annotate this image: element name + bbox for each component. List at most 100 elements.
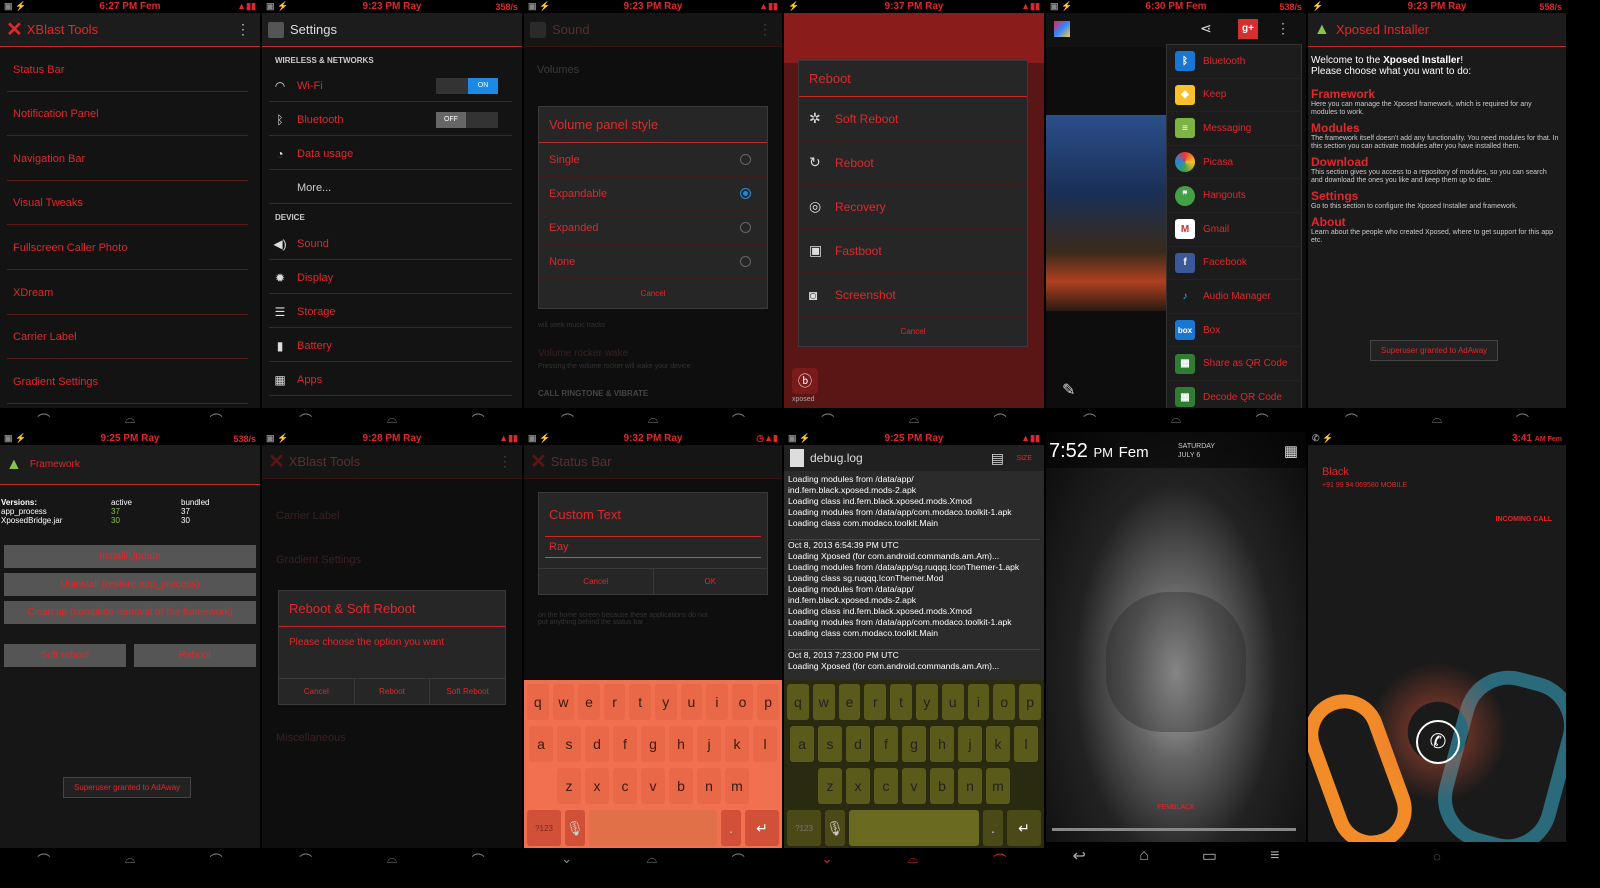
key-i[interactable]: i <box>967 684 990 720</box>
key-r[interactable]: r <box>864 684 887 720</box>
widget-grid-icon[interactable]: ▦ <box>1284 442 1298 460</box>
key-l[interactable]: l <box>1014 726 1038 762</box>
key-a[interactable]: a <box>790 726 814 762</box>
home-icon[interactable]: ⌓ <box>125 851 135 867</box>
download-section[interactable]: Download This section gives you access to… <box>1311 155 1560 185</box>
home-icon[interactable]: ⌓ <box>908 851 918 867</box>
key-f[interactable]: f <box>874 726 898 762</box>
share-target[interactable]: M Gmail <box>1167 212 1301 247</box>
overflow-menu-icon[interactable]: ⋮ <box>1276 20 1290 37</box>
key-u[interactable]: u <box>941 684 964 720</box>
list-item[interactable]: Carrier Label <box>0 315 260 359</box>
key-s[interactable]: s <box>557 726 581 762</box>
google-plus-icon[interactable]: g+ <box>1238 19 1258 39</box>
key-z[interactable]: z <box>557 768 581 804</box>
key-j[interactable]: j <box>697 726 721 762</box>
key-u[interactable]: u <box>680 684 703 720</box>
radio-button[interactable] <box>740 222 751 233</box>
key-p[interactable]: p <box>757 684 779 720</box>
key-i[interactable]: i <box>706 684 728 720</box>
cancel-button[interactable]: Cancel <box>539 279 767 308</box>
option-expanded[interactable]: Expanded <box>539 211 767 245</box>
share-target[interactable]: f Facebook <box>1167 246 1301 281</box>
symbols-key[interactable]: ?123 <box>527 810 561 846</box>
back-icon[interactable]: ⌒ <box>561 410 574 429</box>
key-n[interactable]: n <box>958 768 982 804</box>
key-z[interactable]: z <box>818 768 842 804</box>
list-item[interactable]: Fullscreen Caller Photo <box>0 226 260 270</box>
space-key[interactable] <box>849 810 979 846</box>
option-expandable[interactable]: Expandable <box>539 177 767 211</box>
home-icon[interactable]: ⌓ <box>1432 411 1442 427</box>
custom-text-input[interactable]: Ray <box>545 536 761 558</box>
home-icon[interactable]: ⌓ <box>647 851 657 867</box>
home-icon[interactable]: ⌓ <box>125 411 135 427</box>
period-key[interactable]: . <box>721 810 741 846</box>
key-t[interactable]: t <box>629 684 651 720</box>
radio-button[interactable] <box>740 154 751 165</box>
key-w[interactable]: w <box>552 684 575 720</box>
key-h[interactable]: h <box>669 726 693 762</box>
key-w[interactable]: w <box>812 684 835 720</box>
cancel-button[interactable]: Cancel <box>799 317 1027 346</box>
screenshot-option[interactable]: ◙ Screenshot <box>799 273 1027 317</box>
overflow-menu-icon[interactable]: ⋮ <box>758 21 772 38</box>
key-c[interactable]: c <box>613 768 637 804</box>
overflow-menu-icon[interactable]: ⋮ <box>498 453 512 470</box>
key-q[interactable]: q <box>527 684 549 720</box>
setting-storage[interactable]: ☰ Storage <box>269 296 512 328</box>
list-item[interactable]: Navigation Bar <box>0 137 260 181</box>
bluetooth-toggle[interactable]: OFF <box>436 111 498 128</box>
enter-icon[interactable]: ↵ <box>1007 810 1041 846</box>
uninstall-button[interactable]: Uninstall (restore app_process) <box>4 573 256 596</box>
key-f[interactable]: f <box>613 726 637 762</box>
back-icon[interactable]: ⌒ <box>1345 410 1358 429</box>
radio-button[interactable] <box>740 188 751 199</box>
cleanup-button[interactable]: Clean up (complete removal of the framew… <box>4 601 256 624</box>
key-n[interactable]: n <box>697 768 721 804</box>
modules-section[interactable]: Modules The framework itself doesn't add … <box>1311 121 1560 151</box>
back-icon[interactable]: ⌄ <box>822 851 833 867</box>
recovery-option[interactable]: ◎ Recovery <box>799 185 1027 229</box>
recents-icon[interactable]: ⌒ <box>472 850 485 869</box>
cancel-button[interactable]: Cancel <box>539 569 654 594</box>
back-icon[interactable]: ⌒ <box>37 850 50 869</box>
wifi-toggle[interactable]: ON <box>436 77 498 94</box>
back-icon[interactable]: ⌒ <box>299 410 312 429</box>
back-icon[interactable]: ⌒ <box>299 850 312 869</box>
setting-battery[interactable]: ▮ Battery <box>269 330 512 362</box>
key-e[interactable]: e <box>838 684 861 720</box>
key-b[interactable]: b <box>930 768 954 804</box>
back-icon[interactable]: ⌒ <box>821 410 834 429</box>
setting-data-usage[interactable]: ◔ Data usage <box>269 138 512 170</box>
back-icon[interactable]: ⌒ <box>1083 410 1096 429</box>
recents-icon[interactable]: ⌒ <box>993 850 1006 869</box>
cancel-button[interactable]: Cancel <box>279 679 355 704</box>
settings-section[interactable]: Settings Go to this section to configure … <box>1311 189 1560 211</box>
reboot-option[interactable]: ↻ Reboot <box>799 141 1027 185</box>
period-key[interactable]: . <box>983 810 1003 846</box>
setting-wifi[interactable]: ◠ Wi-Fi ON <box>269 70 512 102</box>
recents-icon[interactable]: ⌒ <box>472 410 485 429</box>
ok-button[interactable]: OK <box>654 569 768 594</box>
unlock-slider[interactable] <box>1052 828 1296 831</box>
key-v[interactable]: v <box>902 768 926 804</box>
share-target[interactable]: ▦ Share as QR Code <box>1167 347 1301 381</box>
home-icon[interactable]: ⌓ <box>387 411 397 427</box>
key-m[interactable]: m <box>986 768 1010 804</box>
option-single[interactable]: Single <box>539 143 767 177</box>
key-j[interactable]: j <box>958 726 982 762</box>
setting-display[interactable]: ✹ Display <box>269 262 512 294</box>
key-d[interactable]: d <box>585 726 609 762</box>
fastboot-option[interactable]: ▣ Fastboot <box>799 229 1027 273</box>
key-o[interactable]: o <box>993 684 1016 720</box>
key-x[interactable]: x <box>846 768 870 804</box>
size-button[interactable]: SIZE <box>1016 455 1032 462</box>
about-section[interactable]: About Learn about the people who created … <box>1311 215 1560 245</box>
recents-icon[interactable]: ⌒ <box>210 410 223 429</box>
option-none[interactable]: None <box>539 245 767 279</box>
list-item[interactable]: Gradient Settings <box>0 360 260 404</box>
home-icon[interactable]: ⌓ <box>1171 411 1181 427</box>
city-photo[interactable] <box>1046 115 1166 311</box>
mic-icon[interactable]: 🎙 <box>565 810 585 846</box>
